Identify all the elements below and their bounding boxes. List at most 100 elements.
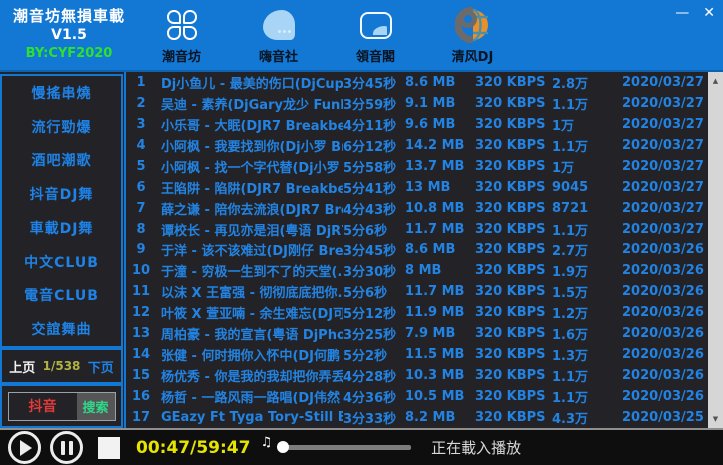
song-row[interactable]: 6 王陷阱 - 陷阱(DJR7 Breakbea... 5分41秒 13 MB … [126, 177, 708, 198]
song-row[interactable]: 10 于潼 - 穷极一生到不了的天堂(... 3分30秒 8 MB 320 KB… [126, 260, 708, 281]
song-row[interactable]: 16 杨哲 - 一路风雨一路唱(DJ伟然 ... 4分36秒 10.5 MB 3… [126, 386, 708, 407]
minimize-button[interactable]: — [675, 4, 689, 22]
song-date: 2020/03/27 [622, 222, 708, 237]
tab-chaoyinfang[interactable]: 潮音坊 [133, 6, 230, 65]
seek-slider-handle[interactable] [277, 441, 289, 453]
song-size: 8 MB [405, 263, 475, 278]
scroll-up-icon[interactable]: ▲ [713, 72, 718, 90]
app-byline: BY:CYF2020 [6, 46, 132, 61]
song-size: 11.9 MB [405, 305, 475, 320]
song-row[interactable]: 14 张健 - 何时拥你入怀中(DJ何鹏 ... 5分2秒 11.5 MB 32… [126, 344, 708, 365]
pagination: 上页 1/538 下页 [0, 348, 123, 384]
song-plays: 4.3万 [552, 408, 622, 427]
song-size: 9.6 MB [405, 117, 475, 132]
song-row[interactable]: 8 谭校长 - 再见亦是泪(粤语 DjR7... 5分6秒 11.7 MB 32… [126, 219, 708, 240]
song-size: 8.2 MB [405, 410, 475, 425]
song-number: 6 [126, 180, 156, 195]
song-duration: 4分11秒 [343, 115, 405, 134]
song-plays: 1.5万 [552, 282, 622, 301]
tab-haiyinshe[interactable]: 嗨音社 [230, 6, 327, 65]
song-size: 7.9 MB [405, 326, 475, 341]
song-title: 以沫 X 王富强 - 彻彻底底把你... [156, 282, 343, 301]
next-page-button[interactable]: 下页 [88, 357, 114, 376]
song-plays: 1万 [552, 157, 622, 176]
song-row[interactable]: 11 以沫 X 王富强 - 彻彻底底把你... 5分6秒 11.7 MB 320… [126, 281, 708, 302]
song-plays: 1.3万 [552, 345, 622, 364]
pause-icon [61, 441, 73, 455]
scroll-down-icon[interactable]: ▼ [713, 410, 718, 428]
app-title: 潮音坊無損車載 [6, 5, 132, 26]
search-panel: 抖音 搜索 [0, 384, 123, 428]
tab-qingfengdj[interactable]: 清风DJ [424, 6, 521, 65]
song-plays: 1.2万 [552, 303, 622, 322]
category-menu: 慢搖串燒流行勁爆酒吧潮歌抖音DJ舞車載DJ舞中文CLUB電音CLUB交誼舞曲 [0, 74, 123, 348]
sidebar-category[interactable]: 流行勁爆 [2, 110, 121, 144]
song-date: 2020/03/27 [622, 138, 708, 153]
song-plays: 1.9万 [552, 261, 622, 280]
sidebar-category[interactable]: 中文CLUB [2, 245, 121, 279]
source-tabs: 潮音坊 嗨音社 領音閣 [133, 6, 521, 65]
song-number: 17 [126, 410, 156, 425]
sidebar-category[interactable]: 酒吧潮歌 [2, 144, 121, 178]
song-bitrate: 320 KBPS [475, 201, 552, 216]
search-button[interactable]: 搜索 [77, 393, 115, 420]
song-row[interactable]: 3 小乐哥 - 大眠(DJR7 Breakbea... 4分11秒 9.6 MB… [126, 114, 708, 135]
song-title: 叶筱 X 萱亚喃 - 余生难忘(DJ可... [156, 303, 343, 322]
song-number: 9 [126, 242, 156, 257]
tab-label: 潮音坊 [162, 46, 201, 65]
song-size: 11.5 MB [405, 347, 475, 362]
song-number: 2 [126, 96, 156, 111]
seek-slider[interactable] [278, 445, 411, 450]
leaf-icon [263, 10, 295, 40]
sidebar-category[interactable]: 抖音DJ舞 [2, 177, 121, 211]
song-row[interactable]: 4 小阿枫 - 我要找到你(Dj小罗 Br... 6分12秒 14.2 MB 3… [126, 135, 708, 156]
sidebar-category[interactable]: 交誼舞曲 [2, 312, 121, 346]
song-bitrate: 320 KBPS [475, 159, 552, 174]
song-row[interactable]: 17 GEazy Ft Tyga Tory-Still Be F... 3分33… [126, 407, 708, 428]
song-date: 2020/03/26 [622, 305, 708, 320]
song-date: 2020/03/27 [622, 75, 708, 90]
song-row[interactable]: 1 Dj小鱼儿 - 最美的伤口(DjCupi... 3分45秒 8.6 MB 3… [126, 72, 708, 93]
song-date: 2020/03/27 [622, 117, 708, 132]
song-number: 12 [126, 305, 156, 320]
search-input[interactable]: 抖音 [9, 396, 77, 416]
song-row[interactable]: 15 杨优秀 - 你是我的我却把你弄丢... 4分28秒 10.3 MB 320… [126, 365, 708, 386]
song-row[interactable]: 9 于洋 - 该不该难过(DJ刚仔 Bre... 3分45秒 8.6 MB 32… [126, 240, 708, 261]
song-date: 2020/03/27 [622, 159, 708, 174]
song-bitrate: 320 KBPS [475, 180, 552, 195]
song-row[interactable]: 7 薛之谦 - 陪你去流浪(DJR7 Bre... 4分43秒 10.8 MB … [126, 198, 708, 219]
song-row[interactable]: 12 叶筱 X 萱亚喃 - 余生难忘(DJ可... 5分12秒 11.9 MB … [126, 302, 708, 323]
song-title: 小阿枫 - 我要找到你(Dj小罗 Br... [156, 136, 343, 155]
song-bitrate: 320 KBPS [475, 263, 552, 278]
pause-button[interactable] [50, 431, 83, 464]
song-number: 5 [126, 159, 156, 174]
tab-label: 領音閣 [356, 46, 395, 65]
song-size: 14.2 MB [405, 138, 475, 153]
prev-page-button[interactable]: 上页 [9, 357, 35, 376]
song-title: 小乐哥 - 大眠(DJR7 Breakbea... [156, 115, 343, 134]
music-note-icon: ♫ [260, 435, 272, 450]
stop-button[interactable] [98, 437, 120, 459]
tab-lingyinge[interactable]: 領音閣 [327, 6, 424, 65]
clover-grid-icon [167, 10, 197, 40]
sidebar-category[interactable]: 慢搖串燒 [2, 76, 121, 110]
song-duration: 5分58秒 [343, 157, 405, 176]
song-title: 薛之谦 - 陪你去流浪(DJR7 Bre... [156, 199, 343, 218]
song-bitrate: 320 KBPS [475, 117, 552, 132]
song-number: 4 [126, 138, 156, 153]
song-title: 吴迪 - 素养(DjGary龙少 Funky ... [156, 94, 343, 113]
song-duration: 4分43秒 [343, 199, 405, 218]
sidebar-category[interactable]: 電音CLUB [2, 279, 121, 313]
song-bitrate: 320 KBPS [475, 305, 552, 320]
sidebar-category[interactable]: 車載DJ舞 [2, 211, 121, 245]
song-plays: 9045 [552, 180, 622, 195]
play-button[interactable] [8, 431, 41, 464]
song-row[interactable]: 13 周柏豪 - 我的宣言(粤语 DjPho... 3分25秒 7.9 MB 3… [126, 323, 708, 344]
song-row[interactable]: 2 吴迪 - 素养(DjGary龙少 Funky ... 3分59秒 9.1 M… [126, 93, 708, 114]
rounded-square-icon [360, 12, 392, 39]
song-row[interactable]: 5 小阿枫 - 找一个字代替(Dj小罗 ... 5分58秒 13.7 MB 32… [126, 156, 708, 177]
table-scrollbar[interactable]: ▲ ▼ [708, 72, 723, 428]
song-bitrate: 320 KBPS [475, 326, 552, 341]
close-button[interactable]: ✕ [703, 4, 715, 22]
song-plays: 1.6万 [552, 324, 622, 343]
